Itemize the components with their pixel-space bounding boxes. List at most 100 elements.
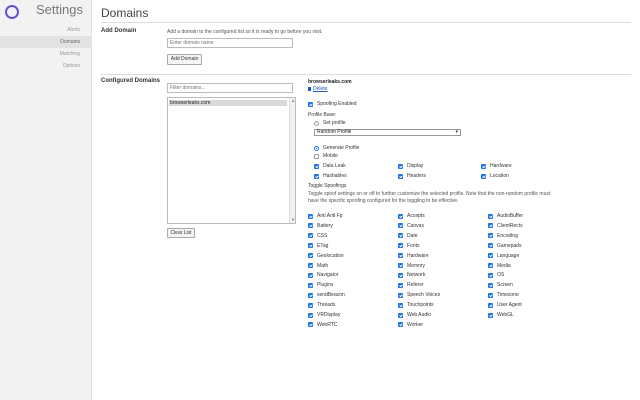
spoofing-checkbox-worker[interactable]: Worker (398, 322, 423, 328)
scroll-down-icon[interactable]: ▼ (290, 217, 296, 223)
radio-label: Set profile (323, 120, 346, 126)
scrollbar[interactable]: ▲ ▼ (289, 98, 295, 223)
spoofing-checkbox-speech-voices[interactable]: Speech Voices (398, 292, 440, 298)
spoofing-checkbox-plugins[interactable]: Plugins (308, 282, 333, 288)
checkbox-label: Encoding (497, 232, 518, 239)
spoofing-checkbox-anti-anti-fp[interactable]: Anti Anti Fp (308, 213, 343, 219)
spoofing-checkbox-accepts[interactable]: Accepts (398, 213, 425, 219)
spoofing-checkbox-user-agent[interactable]: User Agent (488, 302, 522, 308)
spoofing-checkbox-navigator[interactable]: Navigator (308, 272, 338, 278)
spoofing-checkbox-threads[interactable]: Threads (308, 302, 335, 308)
sidebar-item-domains[interactable]: Domains (0, 36, 92, 48)
checkbox-label: Anti Anti Fp (317, 213, 343, 219)
spoofing-checkbox-webrtc[interactable]: WebRTC (308, 322, 337, 328)
checkbox-label: ClientRects (497, 222, 523, 229)
option-hashables[interactable]: Hashables (314, 173, 347, 179)
checkbox-icon (398, 233, 403, 239)
checkbox-icon (314, 163, 319, 169)
checkbox-icon (488, 292, 493, 298)
spoofing-checkbox-etag[interactable]: ETag (308, 243, 328, 249)
spoofing-checkbox-os[interactable]: OS (488, 272, 504, 278)
checkbox-label: AudioBuffer (497, 213, 524, 219)
checkbox-icon (398, 292, 403, 298)
filter-domains-input[interactable] (167, 83, 293, 93)
clear-list-button[interactable]: Clear List (167, 228, 195, 238)
option-display[interactable]: Display (398, 163, 423, 169)
checkbox-icon (398, 263, 403, 268)
profile-select[interactable]: Random Profile ▾ (314, 129, 461, 136)
spoofing-checkbox-screen[interactable]: Screen (488, 282, 513, 288)
spoofing-checkbox-webgl[interactable]: WebGL (488, 312, 514, 318)
checkbox-label: Speech Voices (407, 292, 441, 299)
spoofing-checkbox-geolocation[interactable]: Geolocation (308, 253, 344, 259)
option-location[interactable]: Location (481, 173, 509, 179)
spoofing-checkbox-fonts[interactable]: Fonts (398, 243, 420, 249)
checkbox-label: Hashables (323, 173, 347, 179)
sidebar-item-alerts[interactable]: Alerts (0, 24, 92, 36)
generate-profile-radio[interactable]: Generate Profile (314, 145, 359, 151)
sidebar-item-options[interactable]: Options (0, 60, 92, 72)
delete-link[interactable]: Delete (308, 86, 327, 92)
checkbox-icon (398, 272, 403, 278)
domain-name-input[interactable] (167, 38, 293, 48)
spoofing-checkbox-media[interactable]: Media (488, 263, 511, 269)
checkbox-icon (488, 213, 493, 219)
checkbox-label: Media (497, 262, 511, 269)
radio-icon (314, 120, 319, 126)
domain-list[interactable]: browserleaks.com ▲ ▼ (167, 97, 296, 224)
spoofing-checkbox-audiobuffer[interactable]: AudioBuffer (488, 213, 523, 219)
logo-icon (5, 5, 19, 19)
spoofing-checkbox-timezone[interactable]: Timezone (488, 292, 519, 298)
checkbox-icon (308, 243, 313, 249)
spoofing-checkbox-language[interactable]: Language (488, 253, 519, 259)
spoofing-checkbox-web-audio[interactable]: Web Audio (398, 312, 431, 318)
spoofing-checkbox-vrdisplay[interactable]: VRDisplay (308, 312, 340, 318)
list-item[interactable]: browserleaks.com (169, 100, 287, 106)
spoofing-checkbox-clientrects[interactable]: ClientRects (488, 223, 523, 229)
checkbox-icon (308, 101, 313, 107)
checkbox-icon (398, 173, 403, 179)
selected-domain: browserleaks.com (308, 79, 352, 85)
checkbox-label: Threads (317, 302, 336, 309)
spoofing-checkbox-css[interactable]: CSS (308, 233, 327, 239)
spoofing-checkbox-sendbeacon[interactable]: sendBeacon (308, 292, 345, 298)
checkbox-label: Date (407, 232, 418, 239)
checkbox-label: ETag (317, 242, 329, 249)
spoofing-checkbox-hardware[interactable]: Hardware (398, 253, 429, 259)
sidebar-item-matching[interactable]: Matching (0, 48, 92, 60)
checkbox-label: Data Leak (323, 163, 346, 169)
checkbox-icon (314, 153, 319, 159)
checkbox-label: Worker (407, 321, 424, 328)
checkbox-label: Language (497, 252, 520, 259)
checkbox-label: Navigator (317, 272, 339, 279)
checkbox-label: Headers (407, 173, 426, 179)
spoofing-checkbox-gamepads[interactable]: Gamepads (488, 243, 521, 249)
spoofing-checkbox-math[interactable]: Math (308, 263, 328, 269)
set-profile-radio[interactable]: Set profile (314, 120, 346, 126)
spoofing-checkbox-network[interactable]: Network (398, 272, 425, 278)
checkbox-icon (398, 322, 403, 328)
profile-base-label: Profile Base: (308, 112, 337, 118)
checkbox-icon (398, 223, 403, 229)
spoofing-checkbox-canvas[interactable]: Canvas (398, 223, 424, 229)
checkbox-icon (488, 233, 493, 239)
spoofing-enabled-checkbox[interactable]: Spoofing Enabled (308, 101, 356, 107)
spoofing-checkbox-battery[interactable]: Battery (308, 223, 333, 229)
checkbox-icon (398, 312, 403, 318)
brand (5, 5, 19, 19)
select-value: Random Profile (317, 129, 352, 135)
option-hardware[interactable]: Hardware (481, 163, 512, 169)
spoofing-checkbox-referer[interactable]: Referer (398, 282, 424, 288)
checkbox-icon (398, 282, 403, 288)
spoofing-checkbox-touchpoints[interactable]: Touchpoints (398, 302, 434, 308)
mobile-checkbox[interactable]: Mobile (314, 153, 338, 159)
option-data-leak[interactable]: Data Leak (314, 163, 346, 169)
spoofing-checkbox-memory[interactable]: Memory (398, 263, 425, 269)
add-domain-button[interactable]: Add Domain (167, 54, 202, 65)
spoofing-checkbox-encoding[interactable]: Encoding (488, 233, 518, 239)
spoofing-checkbox-date[interactable]: Date (398, 233, 418, 239)
scroll-up-icon[interactable]: ▲ (290, 98, 296, 104)
main-content: Domains Add Domain Add a domain to the c… (92, 0, 640, 400)
checkbox-icon (308, 282, 313, 288)
option-headers[interactable]: Headers (398, 173, 426, 179)
